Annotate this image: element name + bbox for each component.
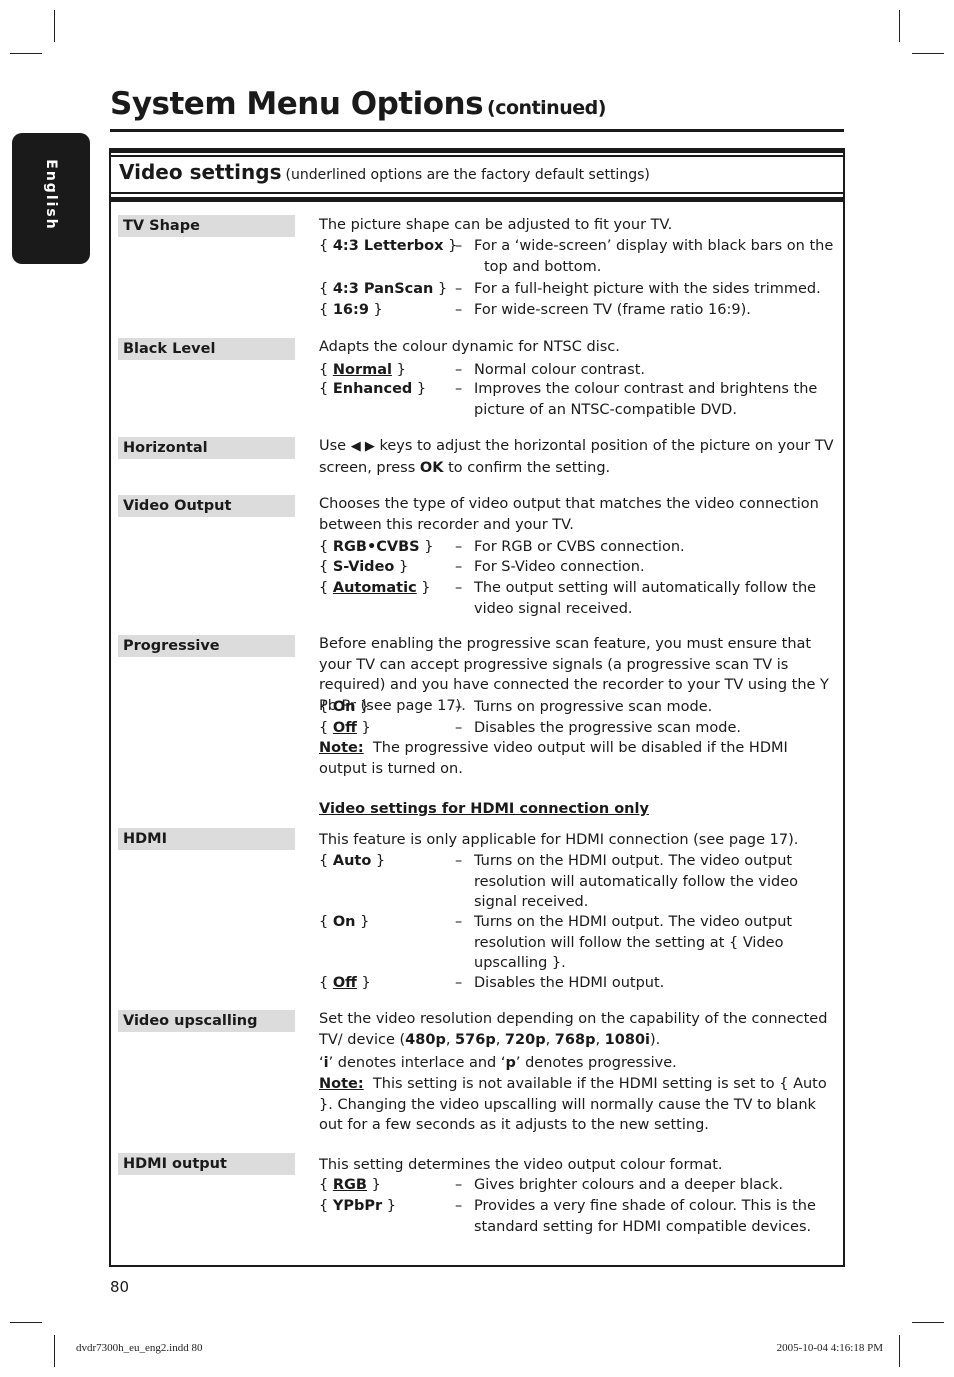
option-desc: Improves the colour contrast and brighte… xyxy=(474,381,818,418)
crop-mark xyxy=(54,1335,55,1367)
crop-mark xyxy=(54,10,55,42)
option-desc: Normal colour contrast. xyxy=(474,362,645,378)
option-name: { Automatic } xyxy=(319,580,431,596)
option-dash: – xyxy=(455,302,463,318)
option-dash: – xyxy=(455,281,463,297)
option-desc: For S-Video connection. xyxy=(474,559,645,575)
setting-label-hdmi: HDMI xyxy=(118,828,295,850)
section-heading: Video settings (underlined options are th… xyxy=(119,160,650,184)
setting-label-black-level: Black Level xyxy=(118,338,295,360)
option-desc: For a ‘wide-screen’ display with black b… xyxy=(474,238,834,275)
setting-intro: This feature is only applicable for HDMI… xyxy=(319,832,799,848)
note-label: Note: xyxy=(319,1076,364,1092)
option-desc: Gives brighter colours and a deeper blac… xyxy=(474,1177,783,1193)
page-title-text: System Menu Options xyxy=(110,86,484,122)
setting-label-tv-shape: TV Shape xyxy=(118,215,295,237)
option-name: { On } xyxy=(319,914,370,930)
option-desc: Turns on progressive scan mode. xyxy=(474,699,713,715)
box-rule xyxy=(109,148,845,153)
setting-label-video-output: Video Output xyxy=(118,495,295,517)
option-desc: For RGB or CVBS connection. xyxy=(474,539,685,555)
option-name: { Enhanced } xyxy=(319,381,427,397)
option-name: { RGB } xyxy=(319,1177,381,1193)
option-desc: Turns on the HDMI output. The video outp… xyxy=(474,853,798,911)
option-desc: Turns on the HDMI output. The video outp… xyxy=(474,914,793,972)
option-name: { YPbPr } xyxy=(319,1198,396,1214)
option-dash: – xyxy=(455,381,463,397)
setting-intro: Chooses the type of video output that ma… xyxy=(319,496,819,533)
box-rule xyxy=(111,155,843,157)
option-dash: – xyxy=(455,539,463,555)
section-heading-note: (underlined options are the factory defa… xyxy=(285,167,650,183)
setting-intro: The picture shape can be adjusted to fit… xyxy=(319,217,673,233)
option-name: { Off } xyxy=(319,720,371,736)
option-dash: – xyxy=(455,975,463,991)
box-rule xyxy=(111,197,843,202)
option-name: { 4:3 Letterbox } xyxy=(319,238,458,254)
setting-intro: Set the video resolution depending on th… xyxy=(319,1011,828,1048)
option-name: { 16:9 } xyxy=(319,302,383,318)
option-desc: For a full-height picture with the sides… xyxy=(474,281,821,297)
option-name: { On } xyxy=(319,699,370,715)
option-dash: – xyxy=(455,362,463,378)
page-title: System Menu Options (continued) xyxy=(110,86,606,122)
note: Note: The progressive video output will … xyxy=(319,740,788,777)
crop-mark xyxy=(912,1322,944,1323)
option-name: { Auto } xyxy=(319,853,386,869)
subsection-heading: Video settings for HDMI connection only xyxy=(319,801,649,817)
option-dash: – xyxy=(455,238,463,254)
box-rule xyxy=(111,192,843,194)
footer-filename: dvdr7300h_eu_eng2.indd 80 xyxy=(76,1342,203,1354)
left-right-arrows-icon: ◀ ▶ xyxy=(350,439,375,454)
option-desc: The output setting will automatically fo… xyxy=(474,580,817,617)
option-dash: – xyxy=(455,1198,463,1214)
setting-label-hdmi-output: HDMI output xyxy=(118,1153,295,1175)
option-name: { RGB•CVBS } xyxy=(319,539,434,555)
crop-mark xyxy=(912,53,944,54)
option-dash: – xyxy=(455,1177,463,1193)
option-desc: Disables the progressive scan mode. xyxy=(474,720,742,736)
option-dash: – xyxy=(455,699,463,715)
crop-mark xyxy=(899,1335,900,1367)
setting-label-horizontal: Horizontal xyxy=(118,437,295,459)
note: Note: This setting is not available if t… xyxy=(319,1076,827,1134)
page-number: 80 xyxy=(110,1278,130,1296)
option-dash: – xyxy=(455,580,463,596)
footer-timestamp: 2005-10-04 4:16:18 PM xyxy=(776,1342,883,1354)
option-desc: For wide-screen TV (frame ratio 16:9). xyxy=(474,302,751,318)
note-label: Note: xyxy=(319,740,364,756)
option-name: { Off } xyxy=(319,975,371,991)
setting-intro: Use ◀ ▶ keys to adjust the horizontal po… xyxy=(319,438,834,476)
option-dash: – xyxy=(455,853,463,869)
page-title-suffix: (continued) xyxy=(487,97,606,119)
language-tab: English xyxy=(12,133,90,264)
option-name: { 4:3 PanScan } xyxy=(319,281,448,297)
setting-intro: Adapts the colour dynamic for NTSC disc. xyxy=(319,339,620,355)
setting-label-progressive: Progressive xyxy=(118,635,295,657)
option-desc: Provides a very fine shade of colour. Th… xyxy=(474,1198,816,1235)
resolution-legend: ‘i’ denotes interlace and ‘p’ denotes pr… xyxy=(319,1055,677,1071)
option-name: { S-Video } xyxy=(319,559,409,575)
option-dash: – xyxy=(455,914,463,930)
option-dash: – xyxy=(455,720,463,736)
setting-label-video-upscalling: Video upscalling xyxy=(118,1010,295,1032)
language-tab-label: English xyxy=(43,159,59,231)
setting-intro: This setting determines the video output… xyxy=(319,1157,723,1173)
section-heading-title: Video settings xyxy=(119,160,282,184)
title-rule xyxy=(110,129,844,132)
crop-mark xyxy=(10,1322,42,1323)
option-desc: Disables the HDMI output. xyxy=(474,975,665,991)
crop-mark xyxy=(10,53,42,54)
option-name: { Normal } xyxy=(319,362,406,378)
crop-mark xyxy=(899,10,900,42)
option-dash: – xyxy=(455,559,463,575)
